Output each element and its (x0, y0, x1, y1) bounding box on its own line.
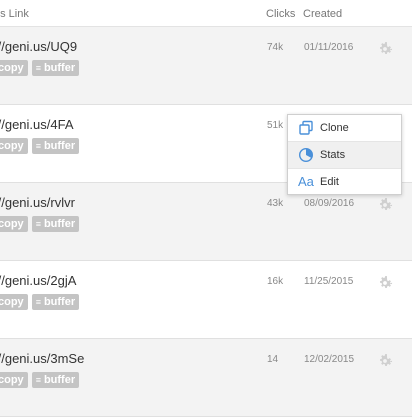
buffer-button[interactable]: ≡ buffer (31, 372, 80, 388)
short-link[interactable]: ://geni.us/UQ9 (0, 39, 77, 54)
row-context-menu: Clone Stats Aa Edit (287, 114, 402, 195)
menu-item-label: Stats (320, 149, 346, 161)
column-header-clicks[interactable]: Clicks (266, 8, 295, 20)
created-date: 11/25/2015 (304, 276, 354, 287)
created-date: 08/09/2016 (304, 198, 355, 209)
gear-icon[interactable] (376, 274, 394, 292)
buffer-button[interactable]: ≡ buffer (31, 138, 80, 154)
short-link[interactable]: ://geni.us/rvlvr (0, 195, 75, 210)
copy-label: copy (0, 140, 24, 152)
menu-item-label: Clone (320, 122, 349, 134)
short-link[interactable]: ://geni.us/4FA (0, 117, 74, 132)
row-actions: copy ≡ buffer (0, 294, 83, 310)
buffer-label: buffer (43, 218, 76, 230)
created-date: 01/11/2016 (304, 42, 354, 53)
buffer-label: buffer (43, 374, 76, 386)
click-count: 14 (267, 354, 279, 365)
pie-chart-icon (298, 147, 314, 163)
buffer-label: buffer (43, 62, 76, 74)
short-link[interactable]: ://geni.us/3mSe (0, 351, 84, 366)
copy-button[interactable]: copy (0, 294, 28, 310)
short-link[interactable]: ://geni.us/2gjA (0, 273, 76, 288)
click-count: 43k (267, 198, 284, 209)
menu-item-stats[interactable]: Stats (288, 142, 401, 169)
column-header-link[interactable]: us Link (0, 8, 29, 20)
created-date: 12/02/2015 (304, 354, 355, 365)
table-row: ://geni.us/UQ9 copy ≡ buffer 74k 01/11/201… (0, 27, 412, 105)
copy-label: copy (0, 296, 24, 308)
table-row: ://geni.us/2gjA copy ≡ buffer 16k 11/25/20… (0, 261, 412, 339)
copy-button[interactable]: copy (0, 60, 28, 76)
gear-icon[interactable] (376, 196, 394, 214)
buffer-button[interactable]: ≡ buffer (31, 216, 80, 232)
copy-button[interactable]: copy (0, 372, 28, 388)
buffer-icon: ≡ (35, 141, 41, 151)
copy-label: copy (0, 218, 24, 230)
copy-button[interactable]: copy (0, 216, 28, 232)
buffer-label: buffer (43, 140, 76, 152)
buffer-icon: ≡ (35, 219, 41, 229)
buffer-button[interactable]: ≡ buffer (31, 60, 80, 76)
copy-label: copy (0, 374, 24, 386)
copy-label: copy (0, 62, 24, 74)
row-actions: copy ≡ buffer (0, 60, 83, 76)
menu-item-edit[interactable]: Aa Edit (288, 169, 401, 195)
row-actions: copy ≡ buffer (0, 372, 83, 388)
click-count: 51k (267, 120, 284, 131)
buffer-button[interactable]: ≡ buffer (31, 294, 80, 310)
buffer-label: buffer (43, 296, 76, 308)
menu-item-label: Edit (320, 176, 339, 188)
row-actions: copy ≡ buffer (0, 216, 83, 232)
buffer-icon: ≡ (35, 297, 41, 307)
menu-item-clone[interactable]: Clone (288, 115, 401, 142)
buffer-icon: ≡ (35, 375, 41, 385)
gear-icon[interactable] (376, 352, 394, 370)
gear-icon[interactable] (376, 40, 394, 58)
font-icon: Aa (298, 174, 314, 189)
table-header: us Link Clicks Created (0, 0, 412, 27)
clone-icon (299, 120, 313, 135)
click-count: 16k (267, 276, 284, 287)
table-row: ://geni.us/3mSe copy ≡ buffer 14 12/02/201… (0, 339, 412, 417)
click-count: 74k (267, 42, 284, 53)
buffer-icon: ≡ (35, 63, 41, 73)
column-header-created[interactable]: Created (303, 8, 342, 20)
row-actions: copy ≡ buffer (0, 138, 83, 154)
copy-button[interactable]: copy (0, 138, 28, 154)
